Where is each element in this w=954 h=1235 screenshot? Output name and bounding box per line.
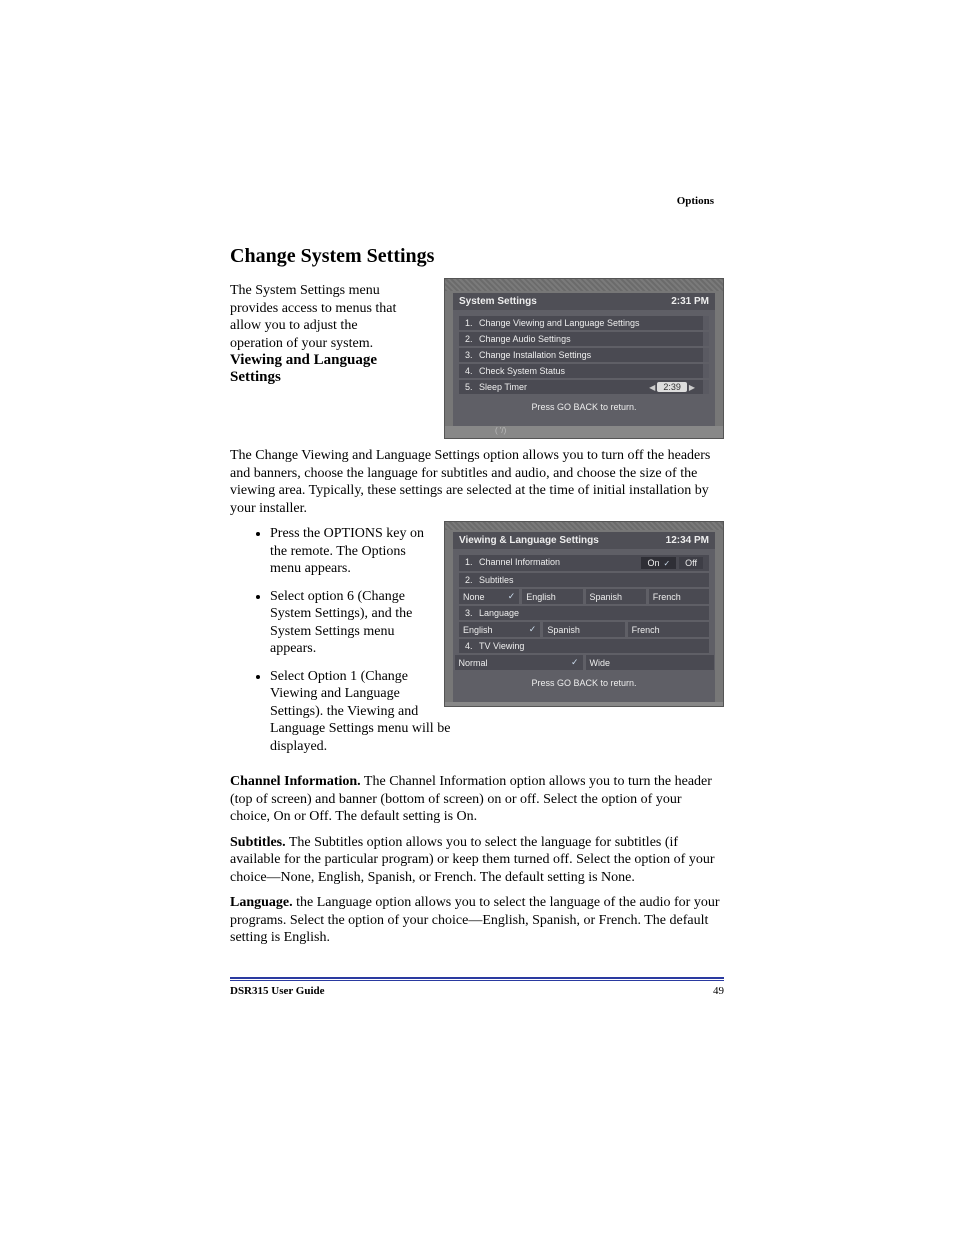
ss1-footer-hint: Press GO BACK to return.	[453, 396, 715, 422]
menu-item[interactable]: 4.Check System Status	[459, 364, 709, 378]
para-subtitles: Subtitles. The Subtitles option allows y…	[230, 834, 724, 887]
option-lang-spanish[interactable]: Spanish	[543, 622, 624, 637]
system-settings-screenshot: System Settings 2:31 PM 1.Change Viewing…	[444, 278, 724, 439]
menu-item-sleep-timer[interactable]: 5. Sleep Timer ◀ 2:39 ▶	[459, 380, 709, 394]
option-french[interactable]: French	[649, 589, 709, 604]
viewing-paragraph: The Change Viewing and Language Settings…	[230, 447, 724, 517]
row-language-options: English Spanish French	[459, 622, 709, 637]
option-wide[interactable]: Wide	[586, 655, 714, 670]
section-label: Options	[677, 195, 714, 207]
viewing-language-screenshot: Viewing & Language Settings 12:34 PM 1. …	[444, 521, 724, 707]
arrow-right-icon[interactable]: ▶	[687, 383, 697, 392]
sub-heading: Viewing and Language Settings	[230, 352, 398, 386]
ss2-time: 12:34 PM	[666, 535, 709, 546]
arrow-left-icon[interactable]: ◀	[647, 383, 657, 392]
menu-item[interactable]: 3.Change Installation Settings	[459, 348, 709, 362]
page-number: 49	[713, 985, 724, 997]
row-channel-information: 1. Channel Information On Off	[459, 555, 709, 571]
row-subtitles-options: None English Spanish French	[459, 589, 709, 604]
intro-paragraph: The System Settings menu provides access…	[230, 278, 398, 352]
option-off[interactable]: Off	[679, 557, 703, 569]
row-tv-viewing-label: 4. TV Viewing	[459, 639, 709, 653]
option-english[interactable]: English	[522, 589, 582, 604]
option-lang-english[interactable]: English	[459, 622, 540, 637]
menu-item[interactable]: 2.Change Audio Settings	[459, 332, 709, 346]
ss1-time: 2:31 PM	[671, 296, 709, 307]
ss2-footer-hint: Press GO BACK to return.	[453, 672, 715, 698]
doc-title: DSR315 User Guide	[230, 985, 325, 997]
para-language: Language. the Language option allows you…	[230, 894, 724, 947]
row-subtitles-label: 2. Subtitles	[459, 573, 709, 587]
sleep-timer-value: 2:39	[657, 382, 687, 392]
option-on[interactable]: On	[641, 557, 676, 569]
para-channel-information: Channel Information. The Channel Informa…	[230, 773, 724, 826]
row-tv-viewing-options: Normal Wide	[459, 655, 709, 670]
option-normal[interactable]: Normal	[455, 655, 583, 670]
menu-item[interactable]: 1.Change Viewing and Language Settings	[459, 316, 709, 330]
ss2-title: Viewing & Language Settings	[459, 535, 599, 546]
row-language-label: 3. Language	[459, 606, 709, 620]
option-spanish[interactable]: Spanish	[586, 589, 646, 604]
page-footer: DSR315 User Guide 49	[230, 983, 724, 997]
ss1-title: System Settings	[459, 296, 537, 307]
option-lang-french[interactable]: French	[628, 622, 709, 637]
option-none[interactable]: None	[459, 589, 519, 604]
page-title: Change System Settings	[230, 245, 724, 268]
